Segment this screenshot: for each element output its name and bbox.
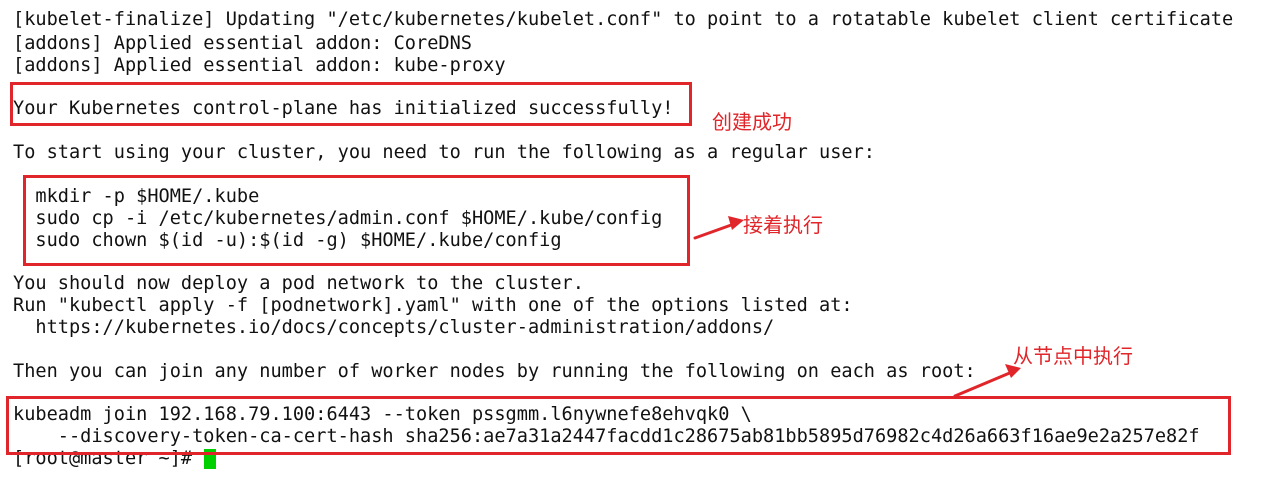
arrow-to-join-command	[953, 364, 1021, 398]
annotation-arrows	[693, 216, 1021, 398]
arrow-to-setup-commands	[693, 216, 744, 240]
terminal-window[interactable]: [kubelet-finalize] Updating "/etc/kubern…	[0, 0, 1282, 486]
